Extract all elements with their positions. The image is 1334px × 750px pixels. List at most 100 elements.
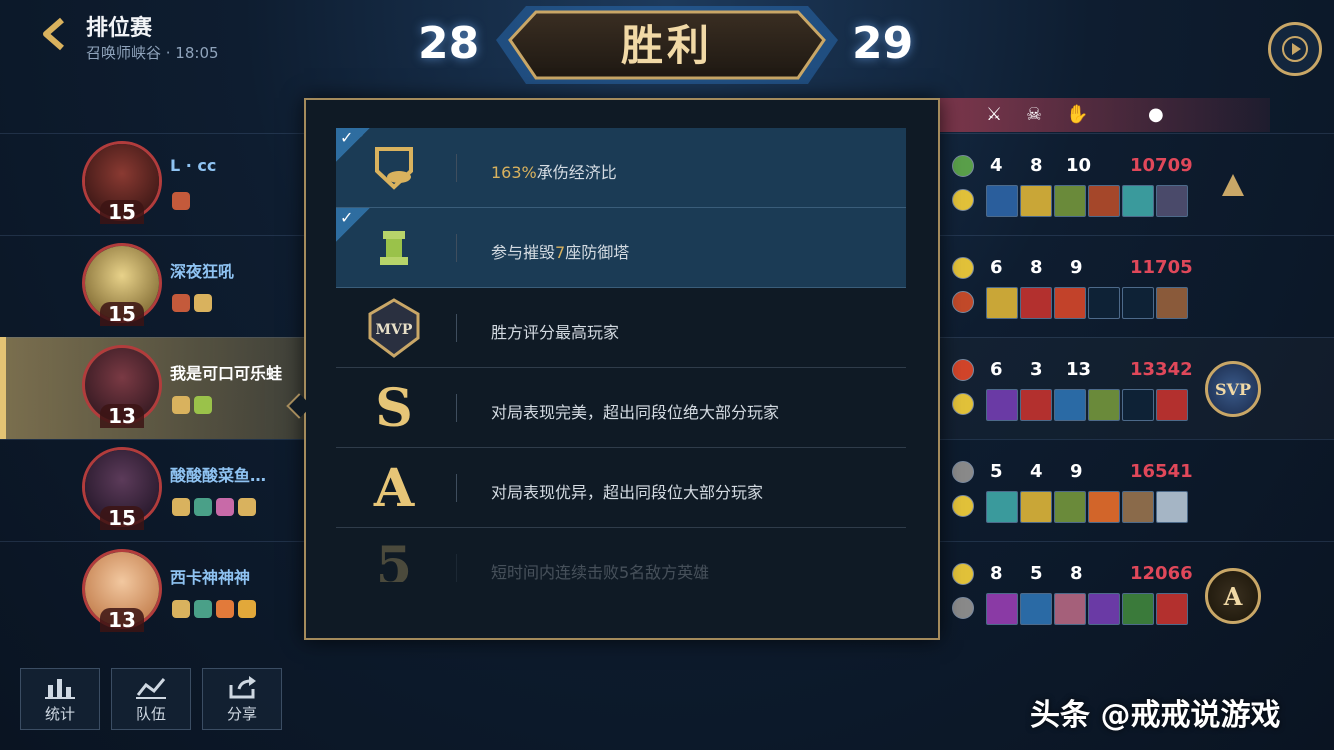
gold-value: 13342 <box>1130 359 1193 380</box>
share-button-label: 分享 <box>226 704 257 723</box>
item-slot-empty[interactable] <box>1122 287 1154 319</box>
item-slot[interactable] <box>1020 185 1052 217</box>
item-slot[interactable] <box>1054 287 1086 319</box>
stats-button-label: 统计 <box>44 704 75 723</box>
player-badges <box>172 498 256 516</box>
assists-value: 9 <box>1070 257 1083 278</box>
share-button[interactable]: 分享 <box>202 668 282 730</box>
item-slot-empty[interactable] <box>1122 389 1154 421</box>
badge-icon <box>238 498 256 516</box>
item-slot[interactable] <box>1156 491 1188 523</box>
back-arrow-icon <box>43 17 64 51</box>
summoner-spell-icon <box>952 393 974 415</box>
stats-button[interactable]: 统计 <box>20 668 100 730</box>
summoner-spell-icon <box>952 461 974 483</box>
item-slot-empty[interactable] <box>1088 287 1120 319</box>
summoner-spell-icon <box>952 155 974 177</box>
item-slot[interactable] <box>1088 593 1120 625</box>
player-name: 我是可口可乐蛙 <box>170 364 283 383</box>
deaths-value: 3 <box>1030 359 1043 380</box>
deaths-value: 4 <box>1030 461 1043 482</box>
mvp-label: MVP <box>376 322 413 338</box>
badge-icon <box>194 396 212 414</box>
item-slot[interactable] <box>1156 287 1188 319</box>
summoner-spell-icon <box>952 291 974 313</box>
summoner-spell-icon <box>952 257 974 279</box>
summoner-spell-icon <box>952 189 974 211</box>
item-slot[interactable] <box>1122 185 1154 217</box>
play-icon <box>1282 36 1308 62</box>
replay-button[interactable] <box>1268 22 1322 76</box>
tower-icon <box>362 216 426 280</box>
item-slot[interactable] <box>1122 593 1154 625</box>
item-slot[interactable] <box>986 389 1018 421</box>
team-button[interactable]: 队伍 <box>111 668 191 730</box>
mvp-badge-icon: MVP <box>362 296 426 360</box>
item-slot[interactable] <box>1122 491 1154 523</box>
item-slot[interactable] <box>1020 593 1052 625</box>
assists-value: 8 <box>1070 563 1083 584</box>
item-slot[interactable] <box>1088 185 1120 217</box>
hero-level: 13 <box>100 608 144 632</box>
kills-value: 6 <box>990 257 1003 278</box>
achievement-text: 对局表现优异，超出同段位大部分玩家 <box>491 483 764 502</box>
item-slot[interactable] <box>1020 491 1052 523</box>
team-button-label: 队伍 <box>135 704 166 723</box>
badge-icon <box>194 600 212 618</box>
summoner-spell-icon <box>952 597 974 619</box>
grade-a-badge: A <box>1205 568 1261 624</box>
badge-icon <box>216 498 234 516</box>
item-slot[interactable] <box>1156 593 1188 625</box>
player-badges <box>172 600 256 618</box>
item-slot[interactable] <box>1054 185 1086 217</box>
achievement-text: 胜方评分最高玩家 <box>491 323 620 342</box>
shield-coin-icon <box>362 136 426 200</box>
team-score-left: 28 <box>418 18 480 69</box>
item-slot[interactable] <box>986 185 1018 217</box>
item-slot[interactable] <box>1088 389 1120 421</box>
item-slot[interactable] <box>1054 389 1086 421</box>
hero-level: 15 <box>100 302 144 326</box>
item-slot[interactable] <box>1156 185 1188 217</box>
item-slot[interactable] <box>986 593 1018 625</box>
divider <box>456 154 457 182</box>
achievement-text: 短时间内连续击败5名敌方英雄 <box>491 563 710 582</box>
item-slot[interactable] <box>1020 389 1052 421</box>
assists-value: 13 <box>1066 359 1092 380</box>
item-slot[interactable] <box>986 491 1018 523</box>
item-slot[interactable] <box>1088 491 1120 523</box>
achievement-highlight: 163% <box>491 163 537 182</box>
achievement-label: 座防御塔 <box>565 243 630 262</box>
summoner-spell-icon <box>952 563 974 585</box>
player-name: L · cc <box>170 156 217 175</box>
badge-icon <box>172 192 190 210</box>
svp-honor-badge: SVP <box>1205 361 1261 417</box>
gold-column-icon: ● <box>1148 104 1164 125</box>
grade-a-icon: A <box>373 457 415 519</box>
player-name: 深夜狂吼 <box>170 262 235 281</box>
achievement-text: 参与摧毁7座防御塔 <box>491 239 629 263</box>
kills-value: 4 <box>990 155 1003 176</box>
trend-icon <box>136 677 166 699</box>
item-slot[interactable] <box>1054 491 1086 523</box>
assists-value: 9 <box>1070 461 1083 482</box>
divider <box>456 234 457 262</box>
deaths-value: 8 <box>1030 257 1043 278</box>
gold-value: 12066 <box>1130 563 1193 584</box>
badge-icon <box>216 600 234 618</box>
grade-s-icon: S <box>375 377 413 439</box>
hero-level: 15 <box>100 506 144 530</box>
kills-column-icon: ⚔ <box>986 104 1003 125</box>
match-subtitle: 召唤师峡谷 · 18:05 <box>86 44 219 62</box>
back-button[interactable] <box>34 14 74 54</box>
badge-icon <box>172 396 190 414</box>
player-badges <box>172 192 190 210</box>
self-indicator <box>0 337 6 439</box>
divider <box>456 314 457 342</box>
item-slot[interactable] <box>986 287 1018 319</box>
item-slot[interactable] <box>1020 287 1052 319</box>
achievement-highlight: 7 <box>555 243 566 262</box>
item-slot[interactable] <box>1054 593 1086 625</box>
item-slot[interactable] <box>1156 389 1188 421</box>
watermark: 头条 @戒戒说游戏 <box>1030 698 1281 733</box>
